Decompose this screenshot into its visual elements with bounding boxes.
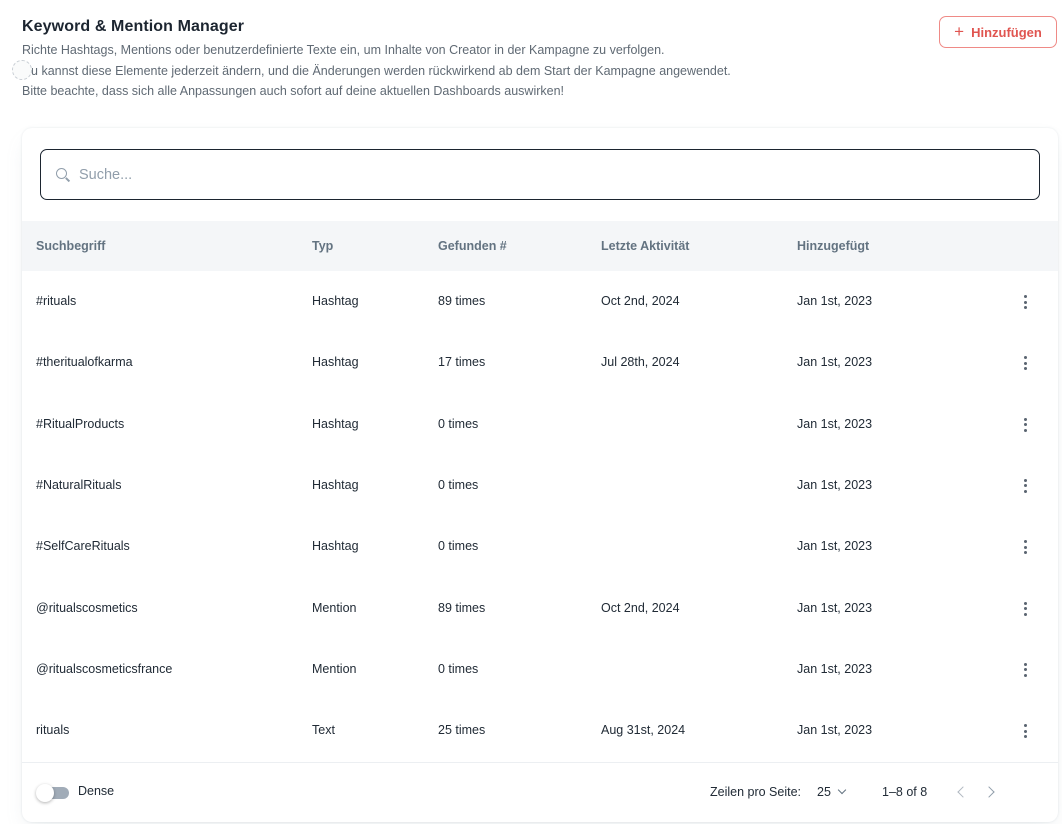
rows-per-page-label: Zeilen pro Seite: bbox=[710, 785, 802, 799]
cell-last-activity: Aug 31st, 2024 bbox=[601, 723, 686, 738]
more-vertical-icon[interactable] bbox=[1015, 292, 1035, 312]
cell-added: Jan 1st, 2023 bbox=[797, 723, 873, 738]
add-button-label: Hinzufügen bbox=[971, 24, 1042, 40]
cell-added: Jan 1st, 2023 bbox=[797, 294, 873, 308]
cell-term: rituals bbox=[36, 723, 70, 738]
rows-per-page-select[interactable]: 25 bbox=[817, 782, 847, 802]
table-row[interactable]: rituals Text 25 times Aug 31st, 2024 Jan 1st… bbox=[22, 700, 1058, 761]
table-header: Suchbegriff Typ Gefunden # Letzte Aktivi… bbox=[22, 221, 1058, 271]
dense-toggle-knob bbox=[36, 784, 54, 802]
table-row[interactable]: #NaturalRituals Hashtag 0 times Jan 1st, 20… bbox=[22, 455, 1058, 516]
cell-term: #theritualofkarma bbox=[36, 355, 133, 370]
cell-added: Jan 1st, 2023 bbox=[797, 661, 873, 676]
column-header-term[interactable]: Suchbegriff bbox=[36, 221, 105, 271]
column-header-added[interactable]: Hinzugefügt bbox=[797, 221, 869, 271]
cell-added: Jan 1st, 2023 bbox=[797, 539, 873, 554]
cell-term: #SelfCareRituals bbox=[36, 539, 130, 554]
cell-added: Jan 1st, 2023 bbox=[797, 355, 873, 370]
cell-added: Jan 1st, 2023 bbox=[797, 600, 873, 615]
dense-toggle[interactable] bbox=[36, 783, 70, 803]
cell-term: #rituals bbox=[36, 294, 77, 308]
cell-term: @ritualscosmetics bbox=[36, 600, 138, 615]
rows-per-page-value: 25 bbox=[817, 785, 831, 799]
search-input[interactable] bbox=[79, 166, 979, 183]
more-vertical-icon[interactable] bbox=[1015, 537, 1035, 557]
table-row[interactable]: #rituals Hashtag 89 times Oct 2nd, 2024 Jan … bbox=[22, 271, 1058, 332]
more-vertical-icon[interactable] bbox=[1015, 660, 1035, 680]
cell-found: 17 times bbox=[438, 355, 486, 370]
cell-found: 0 times bbox=[438, 477, 479, 492]
column-header-found[interactable]: Gefunden # bbox=[438, 221, 507, 271]
cell-last-activity: Oct 2nd, 2024 bbox=[601, 294, 680, 308]
description-line: Richte Hashtags, Mentions oder benutzerd… bbox=[22, 43, 665, 57]
cell-added: Jan 1st, 2023 bbox=[797, 477, 873, 492]
keyword-table-card: Suchbegriff Typ Gefunden # Letzte Aktivi… bbox=[22, 128, 1058, 822]
cell-type: Mention bbox=[312, 600, 357, 615]
page-header: Keyword & Mention Manager Richte Hashtag… bbox=[12, 16, 902, 102]
cell-type: Text bbox=[312, 723, 335, 738]
page-description: Richte Hashtags, Mentions oder benutzerd… bbox=[22, 40, 902, 102]
cell-term: #RitualProducts bbox=[36, 416, 125, 431]
cell-term: #NaturalRituals bbox=[36, 477, 122, 492]
cell-type: Hashtag bbox=[312, 416, 359, 431]
more-vertical-icon[interactable] bbox=[1015, 476, 1035, 496]
more-vertical-icon[interactable] bbox=[1015, 721, 1035, 741]
cell-type: Hashtag bbox=[312, 355, 359, 370]
cell-last-activity: Jul 28th, 2024 bbox=[601, 355, 680, 370]
page-title: Keyword & Mention Manager bbox=[22, 18, 245, 35]
column-header-type[interactable]: Typ bbox=[312, 221, 333, 271]
dense-label: Dense bbox=[78, 784, 115, 798]
chevron-left-icon bbox=[957, 786, 969, 798]
table-row[interactable]: #SelfCareRituals Hashtag 0 times Jan 1st, 2… bbox=[22, 516, 1058, 577]
table-row[interactable]: #RitualProducts Hashtag 0 times Jan 1st, 20… bbox=[22, 394, 1058, 455]
previous-page-button[interactable] bbox=[950, 781, 972, 803]
search-icon bbox=[55, 167, 71, 183]
cell-type: Mention bbox=[312, 661, 357, 676]
column-header-last-activity[interactable]: Letzte Aktivität bbox=[601, 221, 689, 271]
cell-type: Hashtag bbox=[312, 477, 359, 492]
more-vertical-icon[interactable] bbox=[1015, 415, 1035, 435]
cell-type: Hashtag bbox=[312, 539, 359, 554]
cell-added: Jan 1st, 2023 bbox=[797, 416, 873, 431]
more-vertical-icon[interactable] bbox=[1015, 353, 1035, 373]
cell-found: 0 times bbox=[438, 416, 479, 431]
table-row[interactable]: #theritualofkarma Hashtag 17 times Jul 28th… bbox=[22, 332, 1058, 393]
add-button[interactable]: + Hinzufügen bbox=[939, 16, 1057, 48]
cell-found: 89 times bbox=[438, 294, 486, 308]
cell-last-activity: Oct 2nd, 2024 bbox=[601, 600, 680, 615]
description-line: Du kannst diese Elemente jederzeit änder… bbox=[22, 63, 731, 78]
plus-icon: + bbox=[954, 22, 965, 41]
search-bar bbox=[40, 149, 1040, 200]
next-page-button[interactable] bbox=[980, 781, 1002, 803]
table-row[interactable]: @ritualscosmeticsfrance Mention 0 times Jan… bbox=[22, 639, 1058, 700]
cell-term: @ritualscosmeticsfrance bbox=[36, 661, 173, 676]
drag-handle-icon bbox=[12, 60, 32, 80]
cell-found: 89 times bbox=[438, 600, 486, 615]
table-row[interactable]: @ritualscosmetics Mention 89 times Oct 2nd,… bbox=[22, 578, 1058, 639]
cell-found: 25 times bbox=[438, 723, 486, 738]
table-footer: Dense Zeilen pro Seite: 25 1–8 of 8 bbox=[22, 762, 1058, 822]
cell-found: 0 times bbox=[438, 661, 479, 676]
cell-type: Hashtag bbox=[312, 294, 359, 308]
chevron-down-icon bbox=[837, 785, 847, 795]
cell-found: 0 times bbox=[438, 539, 479, 554]
chevron-right-icon bbox=[983, 786, 995, 798]
more-vertical-icon[interactable] bbox=[1015, 599, 1035, 619]
pagination-range: 1–8 of 8 bbox=[882, 785, 928, 799]
description-line: Bitte beachte, dass sich alle Anpassunge… bbox=[22, 84, 565, 98]
